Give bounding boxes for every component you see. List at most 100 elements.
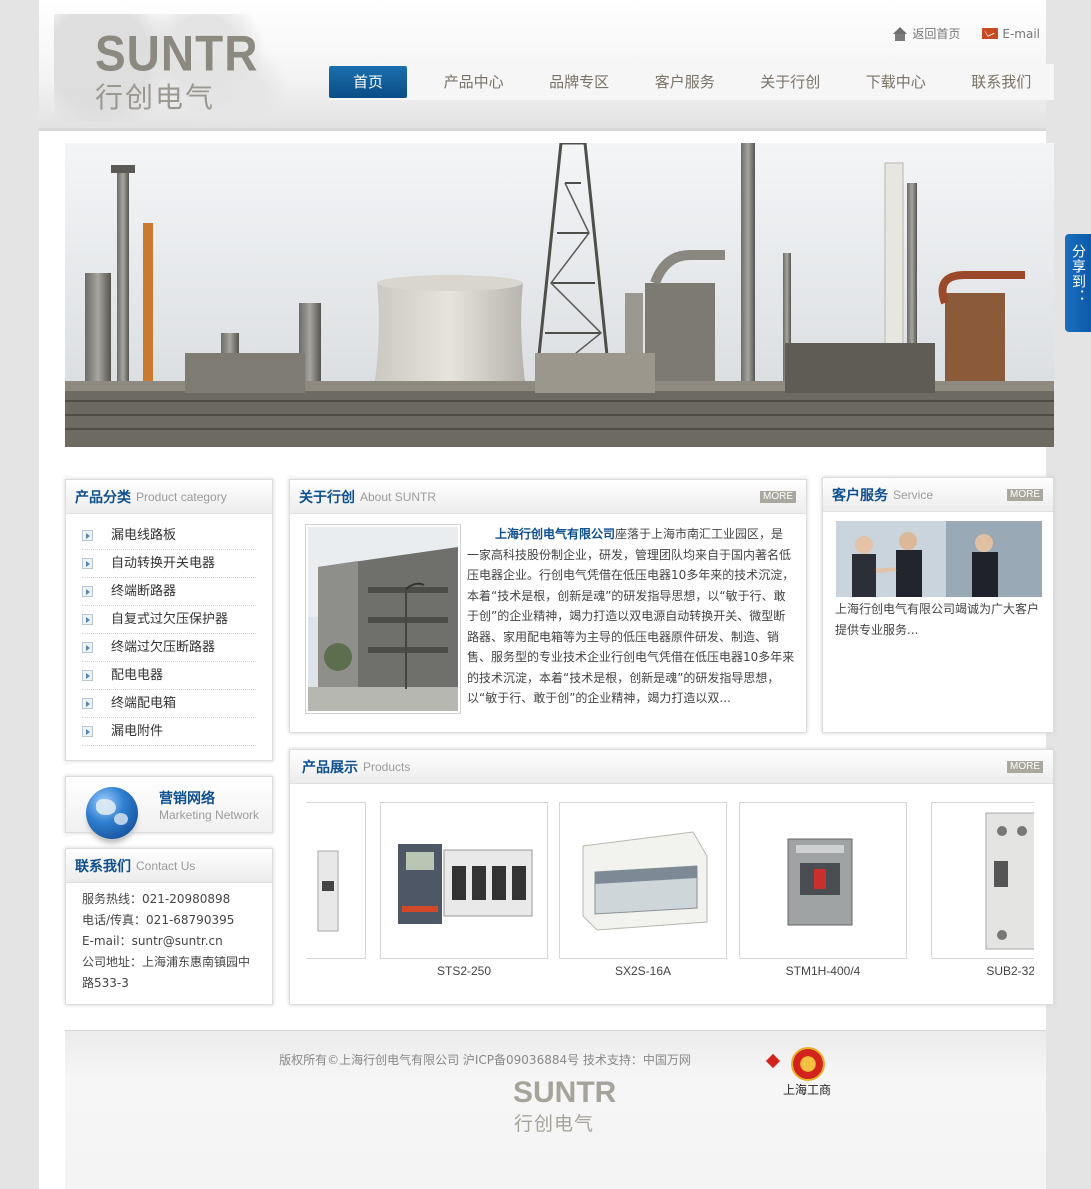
arrow-bullet-icon bbox=[82, 698, 93, 709]
share-tab[interactable]: 分享到： bbox=[1065, 234, 1091, 332]
category-item[interactable]: 漏电附件 bbox=[82, 718, 256, 746]
product-image[interactable] bbox=[559, 802, 727, 959]
category-item-label[interactable]: 终端配电箱 bbox=[111, 690, 176, 718]
mail-icon bbox=[982, 28, 999, 39]
category-item[interactable]: 漏电线路板 bbox=[82, 522, 256, 550]
category-item-label[interactable]: 漏电线路板 bbox=[111, 522, 176, 550]
page-container: SUNTR 行创电气 返回首页 E-mail 首页 产品中心 品牌专区 客户服务… bbox=[39, 0, 1054, 1189]
company-name-link[interactable]: 上海行创电气有限公司 bbox=[495, 527, 615, 541]
category-panel: 产品分类 Product category 漏电线路板 自动转换开关电器 终端断… bbox=[65, 479, 273, 761]
nav-home[interactable]: 首页 bbox=[329, 66, 407, 98]
product-image[interactable] bbox=[739, 802, 907, 959]
hero-banner bbox=[65, 143, 1054, 447]
service-subtitle: Service bbox=[893, 487, 934, 502]
about-body: 座落于上海市南汇工业园区，是一家高科技股份制企业，研发，管理团队均来自于国内著名… bbox=[467, 527, 795, 705]
business-license-emblem-icon[interactable] bbox=[791, 1047, 825, 1081]
category-item[interactable]: 终端配电箱 bbox=[82, 690, 256, 718]
contact-hotline: 服务热线：021-20980898 bbox=[82, 892, 231, 906]
arrow-bullet-icon bbox=[82, 614, 93, 625]
contact-fax: 电话/传真：021-68790395 bbox=[82, 913, 235, 927]
product-image[interactable] bbox=[931, 802, 1034, 959]
product-card[interactable]: 20 bbox=[306, 802, 366, 978]
contact-header: 联系我们 Contact Us bbox=[66, 849, 272, 883]
arrow-bullet-icon bbox=[82, 586, 93, 597]
business-license-label[interactable]: 上海工商 bbox=[783, 1081, 831, 1098]
category-title: 产品分类 bbox=[75, 489, 131, 506]
arrow-bullet-icon bbox=[82, 670, 93, 681]
top-links: 返回首页 E-mail bbox=[892, 25, 1040, 42]
product-card[interactable]: STS2-250 bbox=[380, 802, 548, 978]
category-item[interactable]: 终端断路器 bbox=[82, 578, 256, 606]
about-more-button[interactable]: MORE bbox=[760, 491, 796, 503]
footer-logo-en: SUNTR bbox=[513, 1076, 617, 1109]
category-item-label[interactable]: 漏电附件 bbox=[111, 718, 163, 746]
product-card[interactable]: SUB2-32C bbox=[931, 802, 1034, 978]
product-image[interactable] bbox=[380, 802, 548, 959]
nav-about[interactable]: 关于行创 bbox=[737, 66, 843, 98]
service-title: 客户服务 bbox=[832, 487, 888, 504]
arrow-bullet-icon bbox=[82, 726, 93, 737]
category-item-label[interactable]: 终端过欠压断路器 bbox=[111, 634, 215, 662]
nav-download[interactable]: 下载中心 bbox=[843, 66, 949, 98]
nav-contact[interactable]: 联系我们 bbox=[948, 66, 1054, 98]
nav-brands[interactable]: 品牌专区 bbox=[526, 66, 632, 98]
site-header: SUNTR 行创电气 返回首页 E-mail 首页 产品中心 品牌专区 客户服务… bbox=[39, 0, 1054, 131]
factory-building-image bbox=[305, 524, 461, 714]
service-panel: 客户服务 Service MORE 上海行创电气有限公司竭诚为广大客户提供专业服… bbox=[822, 477, 1054, 733]
nav-products[interactable]: 产品中心 bbox=[421, 66, 527, 98]
business-people-image bbox=[836, 521, 1042, 597]
email-link-label[interactable]: E-mail bbox=[1002, 27, 1040, 41]
products-panel: 产品展示 Products MORE 20 bbox=[289, 749, 1054, 1005]
category-item-label[interactable]: 自动转换开关电器 bbox=[111, 550, 215, 578]
service-description: 上海行创电气有限公司竭诚为广大客户提供专业服务... bbox=[835, 602, 1040, 637]
logo-text-cn[interactable]: 行创电气 bbox=[95, 76, 215, 116]
marketing-network-panel[interactable]: 营销网络 Marketing Network bbox=[65, 776, 273, 839]
footer-logo-cn: 行创电气 bbox=[514, 1113, 595, 1135]
logo-text-en[interactable]: SUNTR bbox=[95, 24, 258, 82]
globe-icon bbox=[86, 787, 138, 839]
product-name[interactable]: SUB2-32C bbox=[931, 964, 1034, 978]
site-footer: 版权所有©上海行创电气有限公司 沪ICP备09036884号 技术支持：中国万网… bbox=[65, 1030, 1046, 1189]
contact-address: 公司地址：上海浦东惠南镇园中 bbox=[82, 955, 251, 969]
contact-panel: 联系我们 Contact Us 服务热线：021-20980898 电话/传真：… bbox=[65, 848, 273, 1005]
arrow-bullet-icon bbox=[82, 530, 93, 541]
contact-title: 联系我们 bbox=[75, 858, 131, 875]
home-link-label[interactable]: 返回首页 bbox=[912, 25, 960, 42]
category-header: 产品分类 Product category bbox=[66, 480, 272, 514]
category-item[interactable]: 配电电器 bbox=[82, 662, 256, 690]
product-name[interactable]: STS2-250 bbox=[380, 964, 548, 978]
nav-service[interactable]: 客户服务 bbox=[632, 66, 738, 98]
about-header: 关于行创 About SUNTR MORE bbox=[290, 480, 806, 514]
category-item[interactable]: 自复式过欠压保护器 bbox=[82, 606, 256, 634]
product-card[interactable]: STM1H-400/4 bbox=[739, 802, 907, 978]
about-description: 上海行创电气有限公司座落于上海市南汇工业园区，是一家高科技股份制企业，研发，管理… bbox=[467, 524, 795, 709]
category-subtitle: Product category bbox=[136, 489, 227, 504]
industrial-plant-image bbox=[65, 143, 1054, 447]
main-nav: 首页 产品中心 品牌专区 客户服务 关于行创 下载中心 联系我们 bbox=[329, 64, 1054, 100]
products-more-button[interactable]: MORE bbox=[1007, 761, 1043, 773]
product-name[interactable]: STM1H-400/4 bbox=[739, 964, 907, 978]
service-more-button[interactable]: MORE bbox=[1007, 489, 1043, 501]
product-image[interactable] bbox=[306, 802, 366, 959]
marketing-subtitle[interactable]: Marketing Network bbox=[159, 808, 259, 822]
contact-email[interactable]: E-mail：suntr@suntr.cn bbox=[82, 931, 272, 952]
category-item-label[interactable]: 终端断路器 bbox=[111, 578, 176, 606]
contact-address-cont: 路533-3 bbox=[82, 976, 129, 990]
product-name[interactable]: SX2S-16A bbox=[559, 964, 727, 978]
service-header: 客户服务 Service MORE bbox=[823, 478, 1053, 512]
about-panel: 关于行创 About SUNTR MORE 上海行创电气有限公司座落于上海市南汇… bbox=[289, 479, 807, 733]
category-item-label[interactable]: 自复式过欠压保护器 bbox=[111, 606, 228, 634]
contact-details: 服务热线：021-20980898 电话/传真：021-68790395 E-m… bbox=[66, 883, 272, 994]
category-item[interactable]: 自动转换开关电器 bbox=[82, 550, 256, 578]
products-title: 产品展示 bbox=[302, 759, 358, 776]
category-item[interactable]: 终端过欠压断路器 bbox=[82, 634, 256, 662]
product-card[interactable]: SX2S-16A bbox=[559, 802, 727, 978]
home-link[interactable]: 返回首页 bbox=[892, 25, 960, 42]
about-subtitle: About SUNTR bbox=[360, 489, 437, 504]
products-header: 产品展示 Products MORE bbox=[290, 750, 1053, 784]
products-subtitle: Products bbox=[363, 759, 411, 774]
product-name[interactable]: 20 bbox=[306, 964, 366, 978]
marketing-title[interactable]: 营销网络 bbox=[159, 788, 215, 808]
email-link[interactable]: E-mail bbox=[982, 27, 1040, 41]
category-item-label[interactable]: 配电电器 bbox=[111, 662, 163, 690]
